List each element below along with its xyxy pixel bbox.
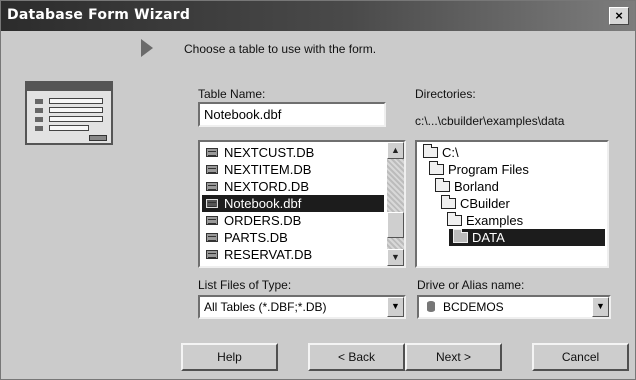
window-title: Database Form Wizard (7, 7, 191, 23)
directory-tree-label: CBuilder (460, 196, 510, 211)
title-bar[interactable]: Database Form Wizard × (1, 1, 635, 31)
table-list-item-label: RESERVAT.DB (224, 247, 313, 262)
form-illustration-icon (25, 81, 113, 145)
table-list-item-label: Notebook.dbf (224, 196, 302, 211)
step-arrow-icon (141, 39, 153, 57)
table-file-icon (206, 165, 218, 174)
directory-tree-label: C:\ (442, 145, 459, 160)
table-list-item[interactable]: ORDERS.DB (202, 212, 384, 229)
directory-tree-item[interactable]: Program Files (425, 161, 605, 178)
directory-tree[interactable]: C:\ Program Files Borland CBuilder Examples D… (415, 140, 609, 268)
table-list-item[interactable]: RESERVAT.DB (202, 246, 384, 263)
instruction-text: Choose a table to use with the form. (184, 42, 377, 56)
folder-icon (447, 212, 462, 226)
table-name-input[interactable]: Notebook.dbf (198, 102, 386, 127)
table-list-item[interactable]: NEXTORD.DB (202, 178, 384, 195)
close-button[interactable]: × (609, 7, 629, 25)
chevron-down-icon[interactable]: ▼ (387, 297, 404, 317)
file-type-label: List Files of Type: (198, 278, 292, 292)
scroll-thumb[interactable] (387, 212, 404, 238)
next-button[interactable]: Next > (405, 343, 502, 371)
directory-path: c:\...\cbuilder\examples\data (415, 114, 565, 128)
directory-tree-item[interactable]: C:\ (419, 144, 605, 161)
table-list-item-label: ORDERS.DB (224, 213, 302, 228)
directory-tree-label: Examples (466, 213, 524, 228)
directory-tree-label: DATA (472, 230, 505, 245)
directory-tree-label: Program Files (448, 162, 529, 177)
table-name-label: Table Name: (198, 87, 266, 101)
drive-select[interactable]: BCDEMOS ▼ (417, 295, 611, 319)
table-list-item-label: NEXTORD.DB (224, 179, 309, 194)
table-list-item-label: PARTS.DB (224, 230, 288, 245)
table-file-icon (206, 233, 218, 242)
table-list-item[interactable]: NEXTITEM.DB (202, 161, 384, 178)
table-list-item-label: NEXTITEM.DB (224, 162, 312, 177)
wizard-window: Database Form Wizard × Choose a table to… (0, 0, 636, 380)
directory-tree-item[interactable]: Examples (443, 212, 605, 229)
database-cylinder-icon (427, 301, 435, 312)
table-list-item[interactable]: Notebook.dbf (202, 195, 384, 212)
folder-icon (429, 161, 444, 175)
cancel-button[interactable]: Cancel (532, 343, 629, 371)
table-file-icon (206, 250, 218, 259)
table-file-icon (206, 148, 218, 157)
scroll-up-button[interactable]: ▲ (387, 142, 404, 159)
folder-icon (453, 229, 468, 243)
table-list[interactable]: NEXTCUST.DB NEXTITEM.DB NEXTORD.DB Notebook… (198, 140, 406, 268)
folder-icon (435, 178, 450, 192)
chevron-down-icon[interactable]: ▼ (592, 297, 609, 317)
table-file-icon (206, 199, 218, 208)
directory-tree-item[interactable]: DATA (449, 229, 605, 246)
drive-value: BCDEMOS (443, 300, 504, 314)
table-list-item-label: NEXTCUST.DB (224, 145, 315, 160)
file-type-value: All Tables (*.DBF;*.DB) (204, 300, 327, 314)
directory-tree-item[interactable]: Borland (431, 178, 605, 195)
directory-tree-item[interactable]: CBuilder (437, 195, 605, 212)
folder-icon (441, 195, 456, 209)
table-file-icon (206, 182, 218, 191)
scroll-down-button[interactable]: ▼ (387, 249, 404, 266)
table-file-icon (206, 216, 218, 225)
directory-tree-label: Borland (454, 179, 499, 194)
drive-label: Drive or Alias name: (417, 278, 525, 292)
help-button[interactable]: Help (181, 343, 278, 371)
directories-label: Directories: (415, 87, 476, 101)
table-list-scrollbar[interactable]: ▲ ▼ (387, 142, 404, 266)
table-list-item[interactable]: NEXTCUST.DB (202, 144, 384, 161)
file-type-select[interactable]: All Tables (*.DBF;*.DB) ▼ (198, 295, 406, 319)
folder-icon (423, 144, 438, 158)
table-list-item[interactable]: PARTS.DB (202, 229, 384, 246)
back-button[interactable]: < Back (308, 343, 405, 371)
